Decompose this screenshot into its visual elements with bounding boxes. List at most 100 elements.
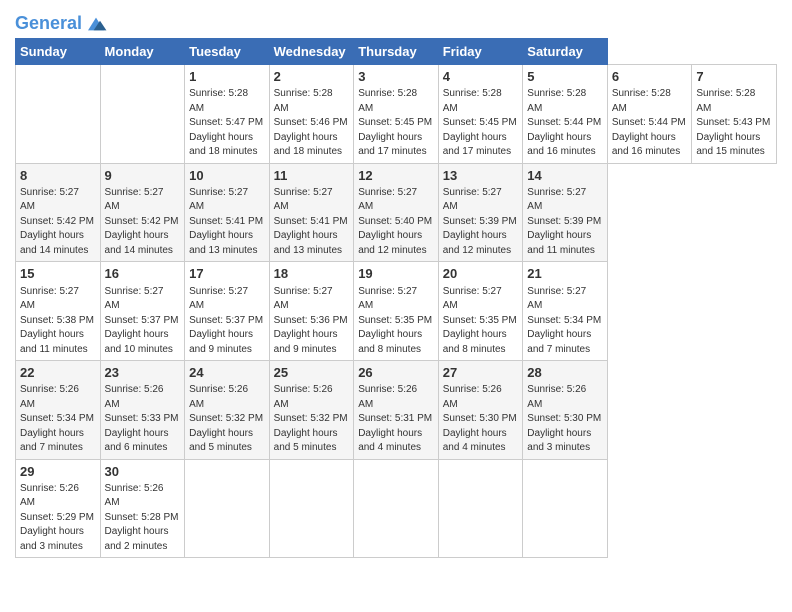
- day-info: Sunrise: 5:28 AMSunset: 5:44 PMDaylight …: [612, 87, 688, 160]
- day-info: Sunrise: 5:28 AMSunset: 5:46 PMDaylight …: [274, 87, 350, 160]
- day-number: 2: [274, 68, 350, 86]
- calendar-cell: 18 Sunrise: 5:27 AMSunset: 5:36 PMDayligh…: [269, 262, 354, 361]
- logo-icon: [84, 14, 108, 34]
- day-number: 19: [358, 265, 434, 283]
- calendar-cell: 9Sunrise: 5:27 AMSunset: 5:42 PMDaylight…: [100, 163, 185, 262]
- day-info: Sunrise: 5:27 AMSunset: 5:37 PMDaylight …: [105, 285, 181, 358]
- calendar-cell: 24Sunrise: 5:26 AMSunset: 5:32 PMDayligh…: [185, 361, 270, 460]
- day-info: Sunrise: 5:26 AMSunset: 5:29 PMDaylight …: [20, 482, 96, 555]
- day-number: 26: [358, 364, 434, 382]
- day-number: 17: [189, 265, 265, 283]
- calendar-cell: 23Sunrise: 5:26 AMSunset: 5:33 PMDayligh…: [100, 361, 185, 460]
- day-info: Sunrise: 5:27 AMSunset: 5:39 PMDaylight …: [443, 186, 519, 259]
- calendar-cell: [438, 459, 523, 558]
- logo-text: General: [15, 14, 82, 34]
- calendar-cell: 25Sunrise: 5:26 AMSunset: 5:32 PMDayligh…: [269, 361, 354, 460]
- day-info: Sunrise: 5:27 AMSunset: 5:41 PMDaylight …: [274, 186, 350, 259]
- day-number: 15: [20, 265, 96, 283]
- day-number: 13: [443, 167, 519, 185]
- week-row-4: 22Sunrise: 5:26 AMSunset: 5:34 PMDayligh…: [16, 361, 777, 460]
- day-number: 25: [274, 364, 350, 382]
- day-number: 16: [105, 265, 181, 283]
- day-number: 14: [527, 167, 603, 185]
- weekday-header-row: SundayMondayTuesdayWednesdayThursdayFrid…: [16, 39, 777, 65]
- calendar-cell: 2Sunrise: 5:28 AMSunset: 5:46 PMDaylight…: [269, 65, 354, 164]
- calendar-cell: 29Sunrise: 5:26 AMSunset: 5:29 PMDayligh…: [16, 459, 101, 558]
- calendar-cell: 21 Sunrise: 5:27 AMSunset: 5:34 PMDayligh…: [523, 262, 608, 361]
- weekday-header-saturday: Saturday: [523, 39, 608, 65]
- calendar-container: General SundayMondayTuesdayWednesdayThur…: [0, 0, 792, 568]
- day-info: Sunrise: 5:27 AMSunset: 5:40 PMDaylight …: [358, 186, 434, 259]
- day-number: 12: [358, 167, 434, 185]
- day-number: 22: [20, 364, 96, 382]
- calendar-cell: 13Sunrise: 5:27 AMSunset: 5:39 PMDayligh…: [438, 163, 523, 262]
- day-number: 3: [358, 68, 434, 86]
- weekday-header-thursday: Thursday: [354, 39, 439, 65]
- day-info: Sunrise: 5:28 AMSunset: 5:45 PMDaylight …: [358, 87, 434, 160]
- day-number: 27: [443, 364, 519, 382]
- calendar-cell: [16, 65, 101, 164]
- day-number: 28: [527, 364, 603, 382]
- logo: General: [15, 14, 108, 34]
- weekday-header-monday: Monday: [100, 39, 185, 65]
- day-info: Sunrise: 5:26 AMSunset: 5:30 PMDaylight …: [443, 383, 519, 456]
- calendar-cell: 20 Sunrise: 5:27 AMSunset: 5:35 PMDayligh…: [438, 262, 523, 361]
- calendar-cell: [100, 65, 185, 164]
- calendar-cell: 10Sunrise: 5:27 AMSunset: 5:41 PMDayligh…: [185, 163, 270, 262]
- day-number: 18: [274, 265, 350, 283]
- day-info: Sunrise: 5:27 AMSunset: 5:37 PMDaylight …: [189, 285, 265, 358]
- calendar-cell: [354, 459, 439, 558]
- calendar-cell: 14Sunrise: 5:27 AMSunset: 5:39 PMDayligh…: [523, 163, 608, 262]
- day-info: Sunrise: 5:26 AMSunset: 5:32 PMDaylight …: [274, 383, 350, 456]
- day-info: Sunrise: 5:26 AMSunset: 5:28 PMDaylight …: [105, 482, 181, 555]
- day-number: 10: [189, 167, 265, 185]
- day-number: 20: [443, 265, 519, 283]
- calendar-cell: 28Sunrise: 5:26 AMSunset: 5:30 PMDayligh…: [523, 361, 608, 460]
- day-info: Sunrise: 5:26 AMSunset: 5:30 PMDaylight …: [527, 383, 603, 456]
- day-info: Sunrise: 5:27 AMSunset: 5:42 PMDaylight …: [20, 186, 96, 259]
- day-info: Sunrise: 5:27 AMSunset: 5:36 PMDaylight …: [274, 285, 350, 358]
- calendar-cell: 12Sunrise: 5:27 AMSunset: 5:40 PMDayligh…: [354, 163, 439, 262]
- day-info: Sunrise: 5:27 AMSunset: 5:35 PMDaylight …: [443, 285, 519, 358]
- calendar-cell: 19 Sunrise: 5:27 AMSunset: 5:35 PMDayligh…: [354, 262, 439, 361]
- calendar-cell: 16 Sunrise: 5:27 AMSunset: 5:37 PMDayligh…: [100, 262, 185, 361]
- day-info: Sunrise: 5:28 AMSunset: 5:43 PMDaylight …: [696, 87, 772, 160]
- calendar-cell: 17 Sunrise: 5:27 AMSunset: 5:37 PMDayligh…: [185, 262, 270, 361]
- day-number: 11: [274, 167, 350, 185]
- day-info: Sunrise: 5:27 AMSunset: 5:34 PMDaylight …: [527, 285, 603, 358]
- calendar-cell: 1Sunrise: 5:28 AMSunset: 5:47 PMDaylight…: [185, 65, 270, 164]
- day-number: 29: [20, 463, 96, 481]
- calendar-cell: 3Sunrise: 5:28 AMSunset: 5:45 PMDaylight…: [354, 65, 439, 164]
- calendar-cell: 15Sunrise: 5:27 AMSunset: 5:38 PMDayligh…: [16, 262, 101, 361]
- day-info: Sunrise: 5:28 AMSunset: 5:45 PMDaylight …: [443, 87, 519, 160]
- calendar-cell: [185, 459, 270, 558]
- week-row-1: 1Sunrise: 5:28 AMSunset: 5:47 PMDaylight…: [16, 65, 777, 164]
- day-info: Sunrise: 5:27 AMSunset: 5:39 PMDaylight …: [527, 186, 603, 259]
- weekday-header-sunday: Sunday: [16, 39, 101, 65]
- calendar-cell: [269, 459, 354, 558]
- day-number: 8: [20, 167, 96, 185]
- day-info: Sunrise: 5:27 AMSunset: 5:35 PMDaylight …: [358, 285, 434, 358]
- day-info: Sunrise: 5:28 AMSunset: 5:44 PMDaylight …: [527, 87, 603, 160]
- calendar-cell: 4Sunrise: 5:28 AMSunset: 5:45 PMDaylight…: [438, 65, 523, 164]
- calendar-cell: 27Sunrise: 5:26 AMSunset: 5:30 PMDayligh…: [438, 361, 523, 460]
- day-number: 24: [189, 364, 265, 382]
- day-info: Sunrise: 5:27 AMSunset: 5:41 PMDaylight …: [189, 186, 265, 259]
- calendar-table: SundayMondayTuesdayWednesdayThursdayFrid…: [15, 38, 777, 558]
- calendar-cell: 11Sunrise: 5:27 AMSunset: 5:41 PMDayligh…: [269, 163, 354, 262]
- week-row-2: 8Sunrise: 5:27 AMSunset: 5:42 PMDaylight…: [16, 163, 777, 262]
- day-number: 23: [105, 364, 181, 382]
- day-number: 5: [527, 68, 603, 86]
- calendar-cell: 5Sunrise: 5:28 AMSunset: 5:44 PMDaylight…: [523, 65, 608, 164]
- day-info: Sunrise: 5:26 AMSunset: 5:31 PMDaylight …: [358, 383, 434, 456]
- day-number: 21: [527, 265, 603, 283]
- calendar-cell: 26Sunrise: 5:26 AMSunset: 5:31 PMDayligh…: [354, 361, 439, 460]
- day-number: 4: [443, 68, 519, 86]
- day-info: Sunrise: 5:26 AMSunset: 5:34 PMDaylight …: [20, 383, 96, 456]
- calendar-cell: [523, 459, 608, 558]
- calendar-cell: 22Sunrise: 5:26 AMSunset: 5:34 PMDayligh…: [16, 361, 101, 460]
- day-number: 9: [105, 167, 181, 185]
- weekday-header-friday: Friday: [438, 39, 523, 65]
- day-info: Sunrise: 5:28 AMSunset: 5:47 PMDaylight …: [189, 87, 265, 160]
- day-number: 30: [105, 463, 181, 481]
